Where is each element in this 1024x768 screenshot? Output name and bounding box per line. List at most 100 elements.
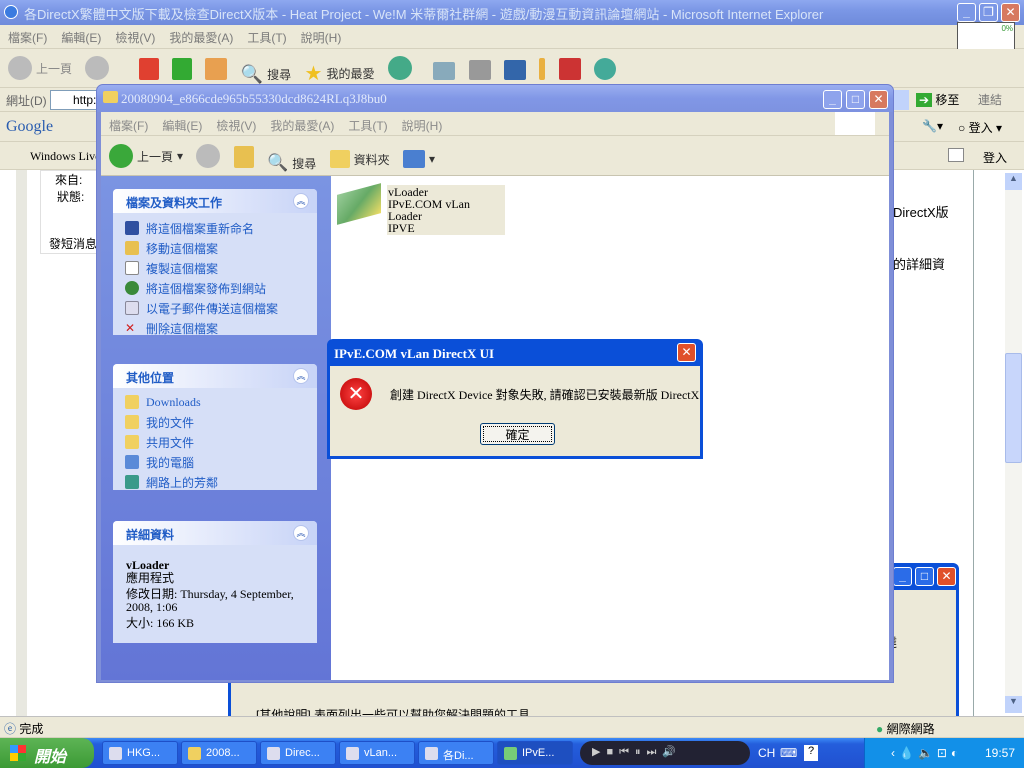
close-button[interactable]: ✕ (1001, 3, 1020, 22)
history-button[interactable] (387, 56, 412, 80)
file-tasks-panel: 檔案及資料夾工作 ︽ 將這個檔案重新命名 移動這個檔案 複製這個檔案 將這個檔案發… (113, 189, 317, 338)
home-button[interactable] (205, 58, 228, 80)
address-dropdown[interactable] (893, 90, 909, 110)
place-network[interactable]: 網路上的芳鄰 (113, 472, 317, 492)
keyboard-icon[interactable]: ⌨ (780, 746, 797, 760)
restore-button[interactable]: ❐ (979, 3, 998, 22)
views-button[interactable]: ▾ (402, 150, 435, 168)
details-panel: 詳細資料 ︽ vLoader 應用程式 修改日期: Thursday, 4 Sep… (113, 521, 317, 643)
collapse-icon[interactable]: ︽ (293, 525, 309, 541)
up-folder-icon (233, 146, 254, 168)
scroll-down[interactable]: ▼ (1005, 696, 1022, 713)
panel-header[interactable]: 檔案及資料夾工作 (113, 189, 317, 213)
task-delete[interactable]: ✕ 刪除這個檔案 (113, 318, 317, 338)
folder-title-bar[interactable]: 20080904_e866cde965b55330dcd8624RLq3J8bu… (97, 85, 893, 112)
edit-button[interactable] (503, 60, 526, 80)
minimize-button[interactable]: _ (957, 3, 976, 22)
google-signin[interactable]: ○ 登入 ▾ (958, 119, 1002, 136)
menu-file[interactable]: 檔案(F) (8, 29, 47, 46)
taskbar-item[interactable]: HKG... (102, 741, 178, 765)
menu-file[interactable]: 檔案(F) (109, 117, 148, 134)
sms-link[interactable]: 發短消息 (41, 235, 99, 252)
task-rename[interactable]: 將這個檔案重新命名 (113, 218, 317, 238)
scrollbar[interactable]: ▲ ▼ (1005, 173, 1022, 713)
place-downloads[interactable]: Downloads (113, 392, 317, 412)
folder-maximize-button[interactable]: □ (846, 90, 865, 109)
messenger-button[interactable] (593, 58, 616, 80)
task-publish[interactable]: 將這個檔案發佈到網站 (113, 278, 317, 298)
place-my-computer[interactable]: 我的電腦 (113, 452, 317, 472)
print-button[interactable] (468, 60, 491, 80)
scroll-thumb[interactable] (1005, 353, 1022, 463)
ie-title-bar[interactable]: 各DirectX繁體中文版下載及檢查DirectX版本 - Heat Proje… (0, 0, 1024, 25)
checkbox-icon[interactable] (948, 148, 964, 162)
folder-back-button[interactable]: 上一頁 ▾ (109, 144, 183, 168)
dialog-title[interactable]: IPvE.COM vLan DirectX UI (330, 339, 700, 366)
menu-help[interactable]: 說明(H) (402, 117, 443, 134)
search-button[interactable]: 🔍 搜尋 (241, 64, 291, 85)
windows-live-button[interactable]: Windows Live (10, 149, 101, 163)
folders-button[interactable]: 資料夾 (329, 150, 390, 168)
taskbar-item[interactable]: 各Di... (418, 741, 494, 765)
taskbar-item[interactable]: 2008... (181, 741, 257, 765)
bg-minimize-button[interactable]: _ (893, 567, 912, 586)
status-text: 完成 (19, 722, 44, 736)
up-button[interactable] (233, 146, 254, 168)
favorites-button[interactable]: ★ 我的最愛 (305, 61, 375, 86)
help-icon[interactable]: ? (804, 745, 818, 761)
menu-favorites[interactable]: 我的最愛(A) (169, 29, 233, 46)
task-copy[interactable]: 複製這個檔案 (113, 258, 317, 278)
stop-button[interactable] (138, 58, 159, 80)
email-icon (125, 301, 139, 315)
panel-header[interactable]: 其他位置 (113, 364, 317, 388)
links-button[interactable]: 連結 (978, 91, 1002, 108)
taskbar-item[interactable]: Direc... (260, 741, 336, 765)
ok-button[interactable]: 確定 (480, 423, 555, 445)
panel-header[interactable]: 詳細資料 (113, 521, 317, 545)
clock[interactable]: 19:57 (985, 746, 1015, 760)
mail-button[interactable] (433, 62, 456, 80)
forward-button[interactable] (85, 56, 110, 80)
collapse-icon[interactable]: ︽ (293, 193, 309, 209)
menu-edit[interactable]: 編輯(E) (162, 117, 202, 134)
folder-menu-bar: 檔案(F) 編輯(E) 檢視(V) 我的最愛(A) 工具(T) 說明(H) (101, 112, 889, 136)
collapse-icon[interactable]: ︽ (293, 368, 309, 384)
start-button[interactable]: 開始 (0, 738, 94, 768)
live-signin[interactable]: 登入 (983, 149, 1007, 166)
go-button[interactable]: ➔ 移至 (916, 91, 959, 108)
taskbar-item[interactable]: vLan... (339, 741, 415, 765)
bg-maximize-button[interactable]: □ (915, 567, 934, 586)
tray-icons[interactable]: ‹💧🔈⊡◐ (891, 746, 962, 760)
error-dialog: IPvE.COM vLan DirectX UI ✕ ✕ 創建 DirectX … (327, 339, 703, 459)
menu-favorites[interactable]: 我的最愛(A) (270, 117, 334, 134)
media-player-toolbar[interactable]: ▶■⏮⏸⏭🔊 (580, 741, 750, 765)
folder-close-button[interactable]: ✕ (869, 90, 888, 109)
error-icon: ✕ (340, 378, 372, 410)
back-button[interactable]: 上一頁 (8, 56, 72, 80)
task-email[interactable]: 以電子郵件傳送這個檔案 (113, 298, 317, 318)
menu-view[interactable]: 檢視(V) (216, 117, 256, 134)
folders-icon (329, 150, 350, 168)
discuss-button[interactable] (539, 58, 546, 80)
menu-view[interactable]: 檢視(V) (115, 29, 155, 46)
taskbar-item-active[interactable]: IPvE... (497, 741, 573, 765)
folder-forward-button[interactable] (196, 144, 221, 168)
flashget-button[interactable] (558, 58, 581, 80)
menu-help[interactable]: 說明(H) (301, 29, 342, 46)
folder-search-button[interactable]: 🔍 搜尋 (267, 153, 316, 173)
bg-close-button[interactable]: ✕ (937, 567, 956, 586)
scroll-up[interactable]: ▲ (1005, 173, 1022, 190)
menu-tools[interactable]: 工具(T) (348, 117, 387, 134)
place-my-documents[interactable]: 我的文件 (113, 412, 317, 432)
folder-minimize-button[interactable]: _ (823, 90, 842, 109)
menu-edit[interactable]: 編輯(E) (61, 29, 101, 46)
refresh-button[interactable] (172, 58, 193, 80)
language-indicator[interactable]: CH (758, 746, 775, 760)
wrench-icon[interactable]: 🔧▾ (922, 119, 943, 133)
dialog-close-button[interactable]: ✕ (677, 343, 696, 362)
task-move[interactable]: 移動這個檔案 (113, 238, 317, 258)
refresh-icon (172, 58, 193, 80)
file-item[interactable]: vLoader IPvE.COM vLan Loader IPVE (337, 183, 505, 235)
place-shared-documents[interactable]: 共用文件 (113, 432, 317, 452)
menu-tools[interactable]: 工具(T) (247, 29, 286, 46)
